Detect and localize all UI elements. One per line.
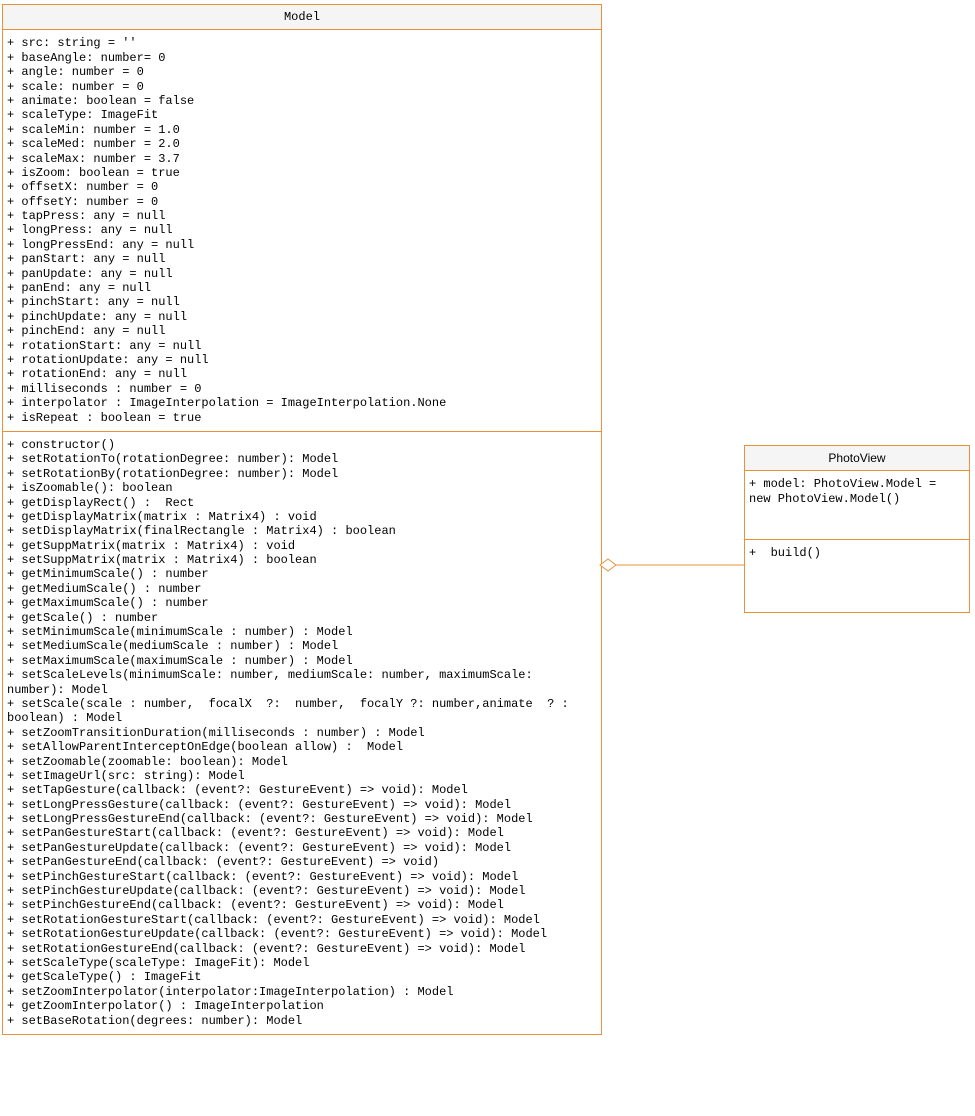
uml-method: + setMinimumScale(minimumScale : number)… [7, 625, 597, 639]
uml-method: + getScale() : number [7, 611, 597, 625]
uml-attribute: + scale: number = 0 [7, 80, 597, 94]
uml-method: + setMediumScale(mediumScale : number) :… [7, 639, 597, 653]
uml-method: + setPinchGestureStart(callback: (event?… [7, 870, 597, 884]
uml-method: + setScaleLevels(minimumScale: number, m… [7, 668, 597, 697]
uml-method: + setPanGestureUpdate(callback: (event?:… [7, 841, 597, 855]
uml-attribute: + rotationUpdate: any = null [7, 353, 597, 367]
uml-method: + setDisplayMatrix(finalRectangle : Matr… [7, 524, 597, 538]
uml-method: + build() [749, 546, 965, 560]
uml-attribute: + tapPress: any = null [7, 209, 597, 223]
uml-method: + getDisplayRect() : Rect [7, 496, 597, 510]
uml-method: + getScaleType() : ImageFit [7, 970, 597, 984]
uml-method: + getDisplayMatrix(matrix : Matrix4) : v… [7, 510, 597, 524]
uml-method: + setPinchGestureUpdate(callback: (event… [7, 884, 597, 898]
uml-attribute: + scaleMed: number = 2.0 [7, 137, 597, 151]
uml-method: + setZoomable(zoomable: boolean): Model [7, 755, 597, 769]
uml-method: + setSuppMatrix(matrix : Matrix4) : bool… [7, 553, 597, 567]
uml-attribute: + isZoom: boolean = true [7, 166, 597, 180]
uml-method: + setImageUrl(src: string): Model [7, 769, 597, 783]
uml-method: + getMediumScale() : number [7, 582, 597, 596]
uml-method: + getZoomInterpolator() : ImageInterpola… [7, 999, 597, 1013]
uml-attribute: + pinchEnd: any = null [7, 324, 597, 338]
uml-method: + constructor() [7, 438, 597, 452]
uml-attribute: + panEnd: any = null [7, 281, 597, 295]
uml-attribute: + panStart: any = null [7, 252, 597, 266]
uml-method: + setZoomInterpolator(interpolator:Image… [7, 985, 597, 999]
uml-attribute: + panUpdate: any = null [7, 267, 597, 281]
uml-attribute: + animate: boolean = false [7, 94, 597, 108]
uml-class-model: Model + src: string = ''+ baseAngle: num… [2, 4, 602, 1035]
uml-method: + setRotationGestureUpdate(callback: (ev… [7, 927, 597, 941]
uml-method: + setPanGestureEnd(callback: (event?: Ge… [7, 855, 597, 869]
uml-method: + setRotationBy(rotationDegree: number):… [7, 467, 597, 481]
uml-attribute: + pinchUpdate: any = null [7, 310, 597, 324]
uml-method: + setScale(scale : number, focalX ?: num… [7, 697, 597, 726]
uml-attribute: + scaleMin: number = 1.0 [7, 123, 597, 137]
uml-method: + getMinimumScale() : number [7, 567, 597, 581]
uml-methods: + build() [745, 540, 969, 612]
uml-attribute: + pinchStart: any = null [7, 295, 597, 309]
uml-attribute: + model: PhotoView.Model = new PhotoView… [749, 477, 965, 506]
uml-method: + setLongPressGesture(callback: (event?:… [7, 798, 597, 812]
uml-method: + getSuppMatrix(matrix : Matrix4) : void [7, 539, 597, 553]
uml-methods: + constructor()+ setRotationTo(rotationD… [3, 432, 601, 1034]
uml-attribute: + longPressEnd: any = null [7, 238, 597, 252]
uml-attribute: + rotationEnd: any = null [7, 367, 597, 381]
uml-attribute: + offsetX: number = 0 [7, 180, 597, 194]
uml-method: + isZoomable(): boolean [7, 481, 597, 495]
uml-method: + setScaleType(scaleType: ImageFit): Mod… [7, 956, 597, 970]
uml-attribute: + isRepeat : boolean = true [7, 411, 597, 425]
uml-relation-aggregation [600, 445, 744, 575]
uml-attribute: + interpolator : ImageInterpolation = Im… [7, 396, 597, 410]
uml-method: + setAllowParentInterceptOnEdge(boolean … [7, 740, 597, 754]
uml-class-photoview: PhotoView + model: PhotoView.Model = new… [744, 445, 970, 613]
uml-class-title: PhotoView [745, 446, 969, 471]
uml-attributes: + src: string = ''+ baseAngle: number= 0… [3, 30, 601, 432]
uml-method: + getMaximumScale() : number [7, 596, 597, 610]
uml-attribute: + milliseconds : number = 0 [7, 382, 597, 396]
uml-attribute: + scaleType: ImageFit [7, 108, 597, 122]
uml-attribute: + rotationStart: any = null [7, 339, 597, 353]
uml-attribute: + scaleMax: number = 3.7 [7, 152, 597, 166]
uml-method: + setRotationTo(rotationDegree: number):… [7, 452, 597, 466]
uml-class-title: Model [3, 5, 601, 30]
uml-attribute: + baseAngle: number= 0 [7, 51, 597, 65]
uml-method: + setPanGestureStart(callback: (event?: … [7, 826, 597, 840]
uml-attribute: + longPress: any = null [7, 223, 597, 237]
uml-attributes: + model: PhotoView.Model = new PhotoView… [745, 471, 969, 540]
uml-method: + setZoomTransitionDuration(milliseconds… [7, 726, 597, 740]
uml-attribute: + offsetY: number = 0 [7, 195, 597, 209]
uml-attribute: + src: string = '' [7, 36, 597, 50]
uml-method: + setTapGesture(callback: (event?: Gestu… [7, 783, 597, 797]
uml-method: + setRotationGestureEnd(callback: (event… [7, 942, 597, 956]
uml-method: + setRotationGestureStart(callback: (eve… [7, 913, 597, 927]
uml-method: + setMaximumScale(maximumScale : number)… [7, 654, 597, 668]
uml-method: + setBaseRotation(degrees: number): Mode… [7, 1014, 597, 1028]
uml-attribute: + angle: number = 0 [7, 65, 597, 79]
uml-method: + setPinchGestureEnd(callback: (event?: … [7, 898, 597, 912]
uml-method: + setLongPressGestureEnd(callback: (even… [7, 812, 597, 826]
